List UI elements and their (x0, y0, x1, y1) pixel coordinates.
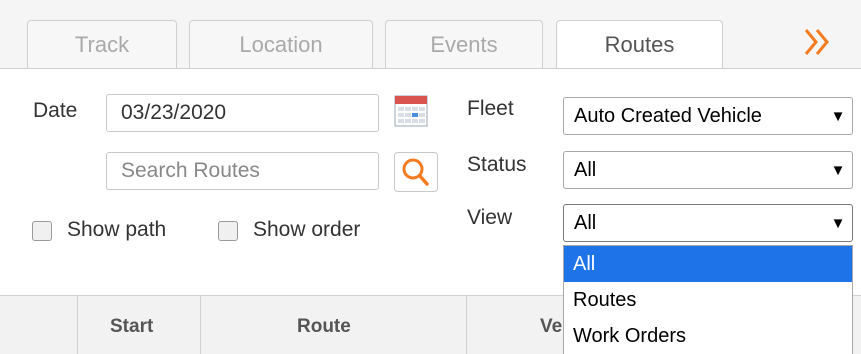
view-option-routes-label: Routes (573, 288, 637, 311)
chevron-down-icon: ▼ (830, 107, 846, 125)
status-value: All (574, 158, 597, 181)
chevron-down-icon: ▼ (830, 161, 846, 179)
fleet-value: Auto Created Vehicle (574, 104, 762, 127)
show-order-checkbox[interactable] (218, 221, 238, 241)
date-label: Date (33, 99, 78, 122)
date-value: 03/23/2020 (121, 101, 227, 124)
tab-events-label: Events (430, 31, 498, 57)
tab-track[interactable]: Track (27, 20, 177, 68)
view-option-work-orders[interactable]: Work Orders (564, 318, 852, 354)
view-label: View (467, 206, 513, 229)
tab-routes-label: Routes (604, 32, 675, 57)
calendar-icon[interactable] (394, 94, 428, 128)
tab-location-label: Location (239, 31, 323, 57)
fleet-select[interactable]: Auto Created Vehicle ▼ (563, 97, 853, 135)
chevron-down-icon: ▼ (830, 214, 846, 232)
column-header-vehicle[interactable]: Ve (540, 316, 562, 338)
double-chevron-right-icon[interactable] (800, 24, 836, 60)
view-value: All (574, 211, 597, 234)
tab-strip: Track Location Events Routes (0, 0, 861, 69)
view-option-work-orders-label: Work Orders (573, 324, 686, 347)
column-header-start[interactable]: Start (110, 316, 153, 338)
fleet-label: Fleet (467, 97, 514, 120)
view-option-all-label: All (573, 252, 596, 275)
routes-panel-window: Track Location Events Routes Date 03/23/… (0, 0, 861, 354)
column-header-route[interactable]: Route (297, 316, 351, 338)
view-option-routes[interactable]: Routes (564, 282, 852, 318)
show-path-label: Show path (67, 218, 167, 241)
column-separator (466, 296, 467, 354)
tab-location[interactable]: Location (189, 20, 373, 68)
search-icon[interactable] (394, 152, 438, 192)
column-separator (77, 296, 78, 354)
view-option-all[interactable]: All (564, 246, 852, 282)
search-routes-input[interactable]: Search Routes (106, 152, 379, 190)
tab-routes[interactable]: Routes (556, 20, 723, 69)
show-order-label: Show order (253, 218, 361, 241)
status-label: Status (467, 153, 527, 176)
show-path-checkbox[interactable] (32, 221, 52, 241)
tab-track-label: Track (74, 31, 130, 57)
search-routes-placeholder: Search Routes (121, 159, 260, 182)
date-input[interactable]: 03/23/2020 (106, 94, 379, 132)
status-select[interactable]: All ▼ (563, 151, 853, 189)
tab-events[interactable]: Events (385, 20, 543, 68)
view-dropdown-list: All Routes Work Orders (563, 245, 853, 354)
column-separator (200, 296, 201, 354)
view-select[interactable]: All ▼ (563, 204, 853, 242)
